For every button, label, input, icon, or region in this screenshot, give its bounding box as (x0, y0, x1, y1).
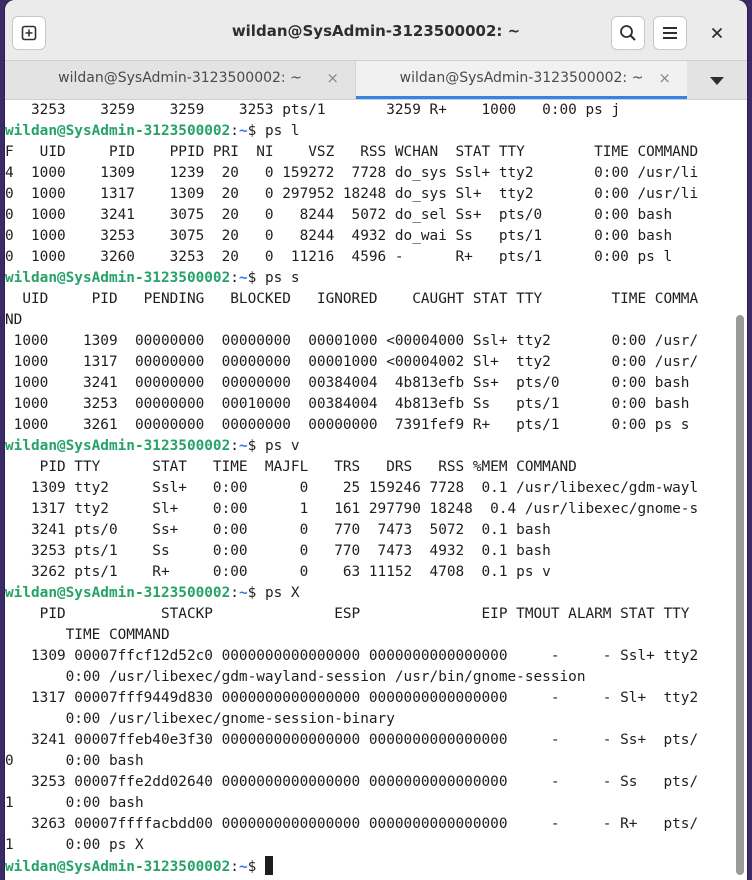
output-line: 0:00 /usr/libexec/gdm-wayland-session /u… (5, 669, 586, 685)
output-line: ND (5, 312, 23, 328)
command-text: ps v (264, 438, 300, 454)
output-line: 0 1000 1317 1309 20 0 297952 18248 do_sy… (5, 186, 699, 202)
output-line: 1000 3241 00000000 00000000 00384004 4b8… (5, 375, 690, 391)
prompt-separator: : (230, 585, 239, 601)
output-line: 0 0:00 bash (5, 753, 144, 769)
prompt-directory: ~ (238, 859, 248, 875)
prompt-user-host: wildan@SysAdmin-3123500002 (5, 438, 231, 454)
tab-label: wildan@SysAdmin-3123500002: ~ (58, 70, 302, 86)
scrollbar[interactable] (733, 100, 747, 880)
tab-close-icon[interactable]: × (658, 69, 671, 87)
output-line: 1 0:00 bash (5, 795, 144, 811)
prompt-line: wildan@SysAdmin-3123500002:~$ ps l (5, 121, 731, 142)
prompt-symbol: $ (247, 585, 265, 601)
search-icon (620, 25, 636, 41)
prompt-separator: : (230, 859, 239, 875)
prompt-user-host: wildan@SysAdmin-3123500002 (5, 123, 231, 139)
header-bar: wildan@SysAdmin-3123500002: ~ (5, 0, 747, 61)
output-line: 1000 1309 00000000 00000000 00001000 <00… (5, 333, 699, 349)
command-text: ps X (264, 585, 300, 601)
tab-label: wildan@SysAdmin-3123500002: ~ (399, 70, 644, 86)
output-line: PID STACKP ESP EIP TMOUT ALARM STAT TTY (5, 606, 690, 622)
prompt-line: wildan@SysAdmin-3123500002:~$ ps s (5, 268, 731, 289)
terminal-window: wildan@SysAdmin-3123500002: ~ wildan@Sys… (5, 0, 747, 880)
output-line: 1000 3253 00000000 00010000 00384004 4b8… (5, 396, 690, 412)
menu-button[interactable] (653, 16, 687, 50)
tab-overflow-button[interactable] (705, 73, 729, 89)
terminal-output[interactable]: 3253 3259 3259 3253 pts/1 3259 R+ 1000 0… (5, 100, 731, 880)
output-line: 3241 pts/0 Ss+ 0:00 0 770 7473 5072 0.1 … (5, 522, 551, 538)
output-line: 1000 1317 00000000 00000000 00001000 <00… (5, 354, 699, 370)
tab-close-icon[interactable]: × (326, 69, 339, 87)
output-line: 1309 00007ffcf12d52c0 0000000000000000 0… (5, 648, 699, 664)
output-line: 0 1000 3260 3253 20 0 11216 4596 - R+ pt… (5, 249, 673, 265)
hamburger-menu-icon (663, 27, 677, 39)
output-line: 3262 pts/1 R+ 0:00 0 63 11152 4708 0.1 p… (5, 564, 551, 580)
output-line: 0 1000 3253 3075 20 0 8244 4932 do_wai S… (5, 228, 673, 244)
close-window-button[interactable] (700, 16, 734, 50)
prompt-line: wildan@SysAdmin-3123500002:~$ ps v (5, 436, 731, 457)
prompt-line: wildan@SysAdmin-3123500002:~$ ps X (5, 583, 731, 604)
output-line: 3253 00007ffe2dd02640 0000000000000000 0… (5, 774, 699, 790)
output-line: PID TTY STAT TIME MAJFL TRS DRS RSS %MEM… (5, 459, 577, 475)
output-line: 1317 tty2 Sl+ 0:00 1 161 297790 18248 0.… (5, 501, 699, 517)
tab-1[interactable]: wildan@SysAdmin-3123500002: ~ × (5, 61, 355, 99)
prompt-separator: : (230, 123, 239, 139)
close-icon (711, 27, 723, 39)
prompt-symbol: $ (247, 438, 265, 454)
output-line: 1317 00007fff9449d830 0000000000000000 0… (5, 690, 699, 706)
output-line: F UID PID PPID PRI NI VSZ RSS WCHAN STAT… (5, 144, 699, 160)
prompt-symbol: $ (247, 270, 265, 286)
text-cursor (264, 856, 273, 875)
prompt-separator: : (230, 438, 239, 454)
scrollbar-thumb[interactable] (736, 315, 744, 875)
prompt-separator: : (230, 270, 239, 286)
terminal-text: 3253 3259 3259 3253 pts/1 3259 R+ 1000 0… (5, 100, 731, 877)
prompt-symbol: $ (247, 859, 265, 875)
prompt-symbol: $ (247, 123, 265, 139)
output-line: 1000 3261 00000000 00000000 00000000 739… (5, 417, 690, 433)
output-line: 0 1000 3241 3075 20 0 8244 5072 do_sel S… (5, 207, 673, 223)
tab-2[interactable]: wildan@SysAdmin-3123500002: ~ × (356, 61, 687, 99)
prompt-user-host: wildan@SysAdmin-3123500002 (5, 270, 231, 286)
output-line: 0:00 /usr/libexec/gnome-session-binary (5, 711, 395, 727)
prompt-directory: ~ (238, 585, 248, 601)
prompt-user-host: wildan@SysAdmin-3123500002 (5, 585, 231, 601)
output-line: 4 1000 1309 1239 20 0 159272 7728 do_sys… (5, 165, 699, 181)
output-line: 3253 3259 3259 3253 pts/1 3259 R+ 1000 0… (5, 102, 621, 118)
output-line: UID PID PENDING BLOCKED IGNORED CAUGHT S… (5, 291, 699, 307)
output-line: 3241 00007ffeb40e3f30 0000000000000000 0… (5, 732, 699, 748)
prompt-line: wildan@SysAdmin-3123500002:~$ (5, 856, 731, 877)
prompt-user-host: wildan@SysAdmin-3123500002 (5, 859, 231, 875)
output-line: 1 0:00 ps X (5, 837, 144, 853)
command-text: ps s (264, 270, 300, 286)
output-line: 3263 00007ffffacbdd00 0000000000000000 0… (5, 816, 699, 832)
chevron-down-icon (710, 77, 724, 85)
search-button[interactable] (611, 16, 645, 50)
prompt-directory: ~ (238, 270, 248, 286)
prompt-directory: ~ (238, 438, 248, 454)
output-line: 3253 pts/1 Ss 0:00 0 770 7473 4932 0.1 b… (5, 543, 551, 559)
output-line: 1309 tty2 Ssl+ 0:00 0 25 159246 7728 0.1… (5, 480, 699, 496)
prompt-directory: ~ (238, 123, 248, 139)
command-text: ps l (264, 123, 300, 139)
tab-bar: wildan@SysAdmin-3123500002: ~ × wildan@S… (5, 61, 747, 100)
output-line: TIME COMMAND (5, 627, 170, 643)
